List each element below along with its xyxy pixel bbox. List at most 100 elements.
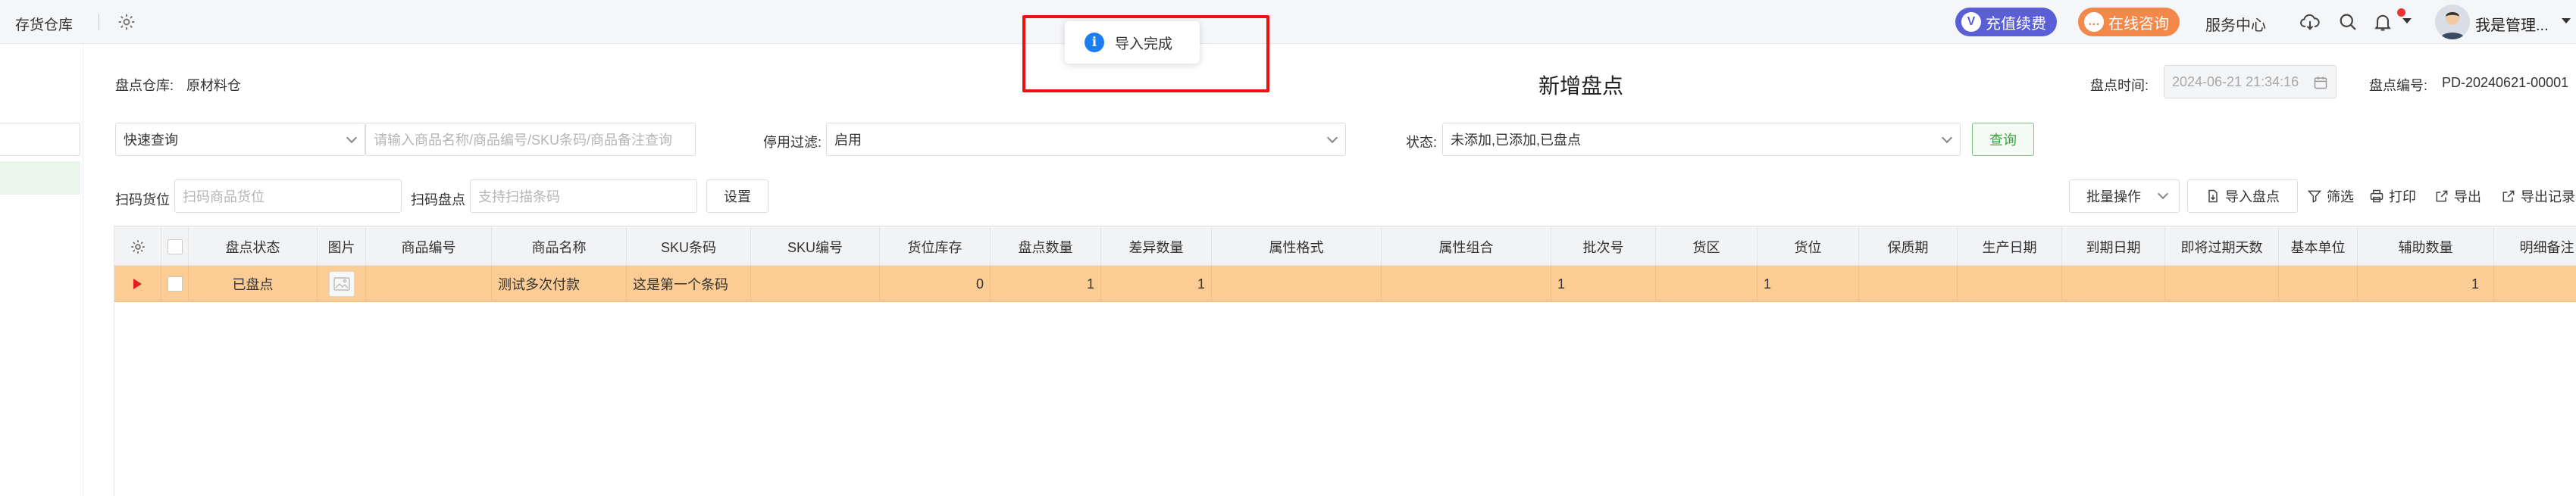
recharge-label: 充值续费 <box>1986 15 2046 33</box>
online-chat-button[interactable]: … 在线咨询 <box>2078 8 2180 36</box>
cell-attr-combo <box>1382 266 1551 302</box>
recharge-button[interactable]: V 充值续费 <box>1955 8 2057 36</box>
cell-status: 已盘点 <box>189 266 318 302</box>
cell-code <box>366 266 492 302</box>
cell-expire-date <box>2062 266 2165 302</box>
printer-icon <box>2370 189 2384 203</box>
th-aux-qty[interactable]: 辅助数量 <box>2358 226 2494 267</box>
gear-icon[interactable] <box>117 12 136 32</box>
cell-location[interactable]: 1 <box>1758 266 1859 302</box>
status-value: 未添加,已添加,已盘点 <box>1451 133 1582 148</box>
th-attr-combo[interactable]: 属性组合 <box>1382 226 1551 267</box>
cell-sku-barcode: 这是第一个条码 <box>627 266 751 302</box>
chevron-down-icon[interactable] <box>2562 18 2571 23</box>
column-settings-cell[interactable] <box>114 226 161 267</box>
scan-count-label: 扫码盘点 <box>411 192 465 207</box>
th-name[interactable]: 商品名称 <box>492 226 627 267</box>
notification-dot <box>2397 8 2405 17</box>
print-button[interactable]: 打印 <box>2369 186 2416 206</box>
vip-icon: V <box>1961 12 1981 32</box>
th-area[interactable]: 货区 <box>1656 226 1758 267</box>
row-indicator-cell <box>114 266 161 302</box>
th-diff[interactable]: 差异数量 <box>1101 226 1212 267</box>
filter-button[interactable]: 筛选 <box>2307 186 2354 206</box>
th-stock[interactable]: 货位库存 <box>880 226 991 267</box>
cell-remark[interactable] <box>2494 266 2576 302</box>
disabled-filter-label: 停用过滤: <box>763 135 822 150</box>
th-location[interactable]: 货位 <box>1758 226 1859 267</box>
row-checkbox[interactable] <box>167 276 183 292</box>
service-center-link[interactable]: 服务中心 <box>2205 13 2266 35</box>
search-input[interactable]: 请输入商品名称/商品编号/SKU条码/商品备注查询 <box>365 123 696 156</box>
batch-operation-dropdown[interactable]: 批量操作 <box>2069 179 2180 213</box>
print-label: 打印 <box>2389 189 2416 204</box>
disabled-filter-value: 启用 <box>834 133 862 148</box>
th-near-expire[interactable]: 即将过期天数 <box>2165 226 2279 267</box>
current-row-arrow-icon <box>133 279 142 289</box>
page-title: 新增盘点 <box>1538 74 1624 98</box>
th-status[interactable]: 盘点状态 <box>189 226 318 267</box>
search-icon[interactable] <box>2337 11 2358 33</box>
import-file-icon <box>2208 189 2218 203</box>
chevron-down-icon[interactable] <box>2402 18 2412 23</box>
inventory-count-table: 盘点状态 图片 商品编号 商品名称 SKU条码 SKU编号 货位库存 盘点数量 … <box>114 226 2576 496</box>
calendar-icon <box>2314 76 2327 89</box>
sidebar-item-active[interactable] <box>0 161 80 195</box>
th-image[interactable]: 图片 <box>318 226 366 267</box>
th-prod-date[interactable]: 生产日期 <box>1958 226 2062 267</box>
import-label: 导入盘点 <box>2225 189 2280 204</box>
scan-count-input[interactable]: 支持扫描条码 <box>470 179 697 213</box>
th-remark[interactable]: 明细备注 <box>2494 226 2576 267</box>
count-time-field: 2024-06-21 21:34:16 <box>2164 65 2337 98</box>
th-shelf-life[interactable]: 保质期 <box>1859 226 1958 267</box>
table-row[interactable]: 已盘点 测试多次付款 这是第一个条码 0 1 1 1 1 1 <box>114 266 2576 302</box>
cell-image[interactable] <box>318 266 366 302</box>
cell-aux-qty[interactable]: 1 <box>2358 266 2494 302</box>
bell-icon[interactable] <box>2372 11 2393 33</box>
batch-label: 批量操作 <box>2086 189 2141 204</box>
export-label: 导出 <box>2454 189 2481 204</box>
disabled-filter-select[interactable]: 启用 <box>826 123 1346 156</box>
time-label: 盘点时间: <box>2090 78 2149 93</box>
row-select-cell[interactable] <box>161 266 189 302</box>
cloud-download-icon[interactable] <box>2299 11 2321 33</box>
scan-location-input[interactable]: 扫码商品货位 <box>174 179 402 213</box>
cell-count[interactable]: 1 <box>991 266 1101 302</box>
gear-icon[interactable] <box>130 239 146 255</box>
th-batch[interactable]: 批次号 <box>1551 226 1656 267</box>
settings-button[interactable]: 设置 <box>706 179 768 213</box>
code-value: PD-20240621-00001 <box>2442 75 2569 90</box>
image-placeholder-icon[interactable] <box>328 271 355 297</box>
query-button[interactable]: 查询 <box>1972 123 2034 156</box>
cell-area <box>1656 266 1758 302</box>
import-count-button[interactable]: 导入盘点 <box>2187 179 2298 213</box>
cell-prod-date[interactable] <box>1958 266 2062 302</box>
cell-near-expire <box>2165 266 2279 302</box>
warehouse-label: 盘点仓库: <box>115 78 174 93</box>
status-select[interactable]: 未添加,已添加,已盘点 <box>1442 123 1961 156</box>
th-expire-date[interactable]: 到期日期 <box>2062 226 2165 267</box>
th-base-unit[interactable]: 基本单位 <box>2279 226 2358 267</box>
quick-query-select[interactable]: 快速查询 <box>115 123 365 156</box>
select-all-checkbox[interactable] <box>167 239 183 254</box>
avatar[interactable] <box>2435 5 2470 39</box>
table-header: 盘点状态 图片 商品编号 商品名称 SKU条码 SKU编号 货位库存 盘点数量 … <box>114 226 2576 267</box>
th-attr-spec[interactable]: 属性格式 <box>1212 226 1382 267</box>
select-all-cell[interactable] <box>161 226 189 267</box>
th-count[interactable]: 盘点数量 <box>991 226 1101 267</box>
th-sku-barcode[interactable]: SKU条码 <box>627 226 751 267</box>
chat-bubble-icon: … <box>2084 12 2104 32</box>
cell-shelf-life <box>1859 266 1958 302</box>
export-button[interactable]: 导出 <box>2434 186 2481 206</box>
cell-name: 测试多次付款 <box>492 266 627 302</box>
scan-count-placeholder: 支持扫描条码 <box>478 189 560 204</box>
th-sku-code[interactable]: SKU编号 <box>751 226 880 267</box>
cell-batch[interactable]: 1 <box>1551 266 1656 302</box>
th-code[interactable]: 商品编号 <box>366 226 492 267</box>
sidebar-input[interactable] <box>0 123 80 156</box>
export-icon <box>2502 190 2515 202</box>
user-name[interactable]: 我是管理... <box>2475 13 2549 35</box>
chevron-down-icon <box>2157 188 2169 200</box>
cell-sku-code <box>751 266 880 302</box>
export-record-button[interactable]: 导出记录 <box>2501 186 2575 206</box>
